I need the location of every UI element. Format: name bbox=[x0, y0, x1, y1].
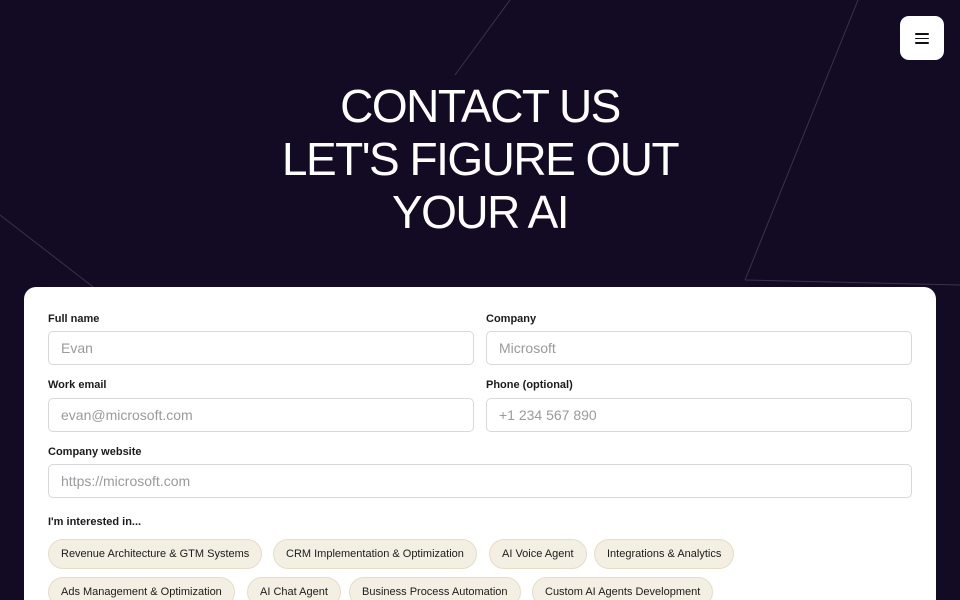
interest-chip-revenue-architecture[interactable]: Revenue Architecture & GTM Systems bbox=[48, 539, 263, 569]
work-email-input[interactable] bbox=[48, 398, 474, 432]
company-label: Company bbox=[486, 313, 537, 325]
hamburger-icon bbox=[915, 32, 929, 44]
full-name-input[interactable] bbox=[48, 331, 474, 365]
interest-chip-ai-chat-agent[interactable]: AI Chat Agent bbox=[247, 577, 341, 600]
company-website-label: Company website bbox=[48, 446, 142, 458]
interest-chip-ads-management[interactable]: Ads Management & Optimization bbox=[48, 577, 235, 600]
work-email-label: Work email bbox=[48, 379, 107, 391]
phone-input[interactable] bbox=[486, 398, 912, 432]
contact-page: CONTACT US LET'S FIGURE OUT YOUR AI Full… bbox=[0, 0, 960, 600]
company-input[interactable] bbox=[486, 331, 912, 365]
hero-line-2: LET'S FIGURE OUT bbox=[281, 133, 680, 185]
interests-label: I'm interested in... bbox=[48, 516, 142, 528]
interest-chip-custom-ai-agents[interactable]: Custom AI Agents Development bbox=[532, 577, 714, 600]
company-website-input[interactable] bbox=[48, 464, 912, 498]
interest-chip-crm-implementation[interactable]: CRM Implementation & Optimization bbox=[273, 539, 477, 569]
interest-chip-business-process-automation[interactable]: Business Process Automation bbox=[349, 577, 521, 600]
contact-form: Full name Company Work email Phone (opti… bbox=[24, 287, 936, 600]
hero-line-3: YOUR AI bbox=[391, 186, 570, 238]
interest-chip-integrations-analytics[interactable]: Integrations & Analytics bbox=[594, 539, 735, 569]
phone-label: Phone (optional) bbox=[486, 379, 573, 391]
interest-chip-ai-voice-agent[interactable]: AI Voice Agent bbox=[489, 539, 587, 569]
menu-button[interactable] bbox=[900, 16, 944, 60]
full-name-label: Full name bbox=[48, 313, 100, 325]
hero-line-1: CONTACT US bbox=[340, 80, 621, 132]
page-title: CONTACT US LET'S FIGURE OUT YOUR AI bbox=[0, 80, 960, 239]
